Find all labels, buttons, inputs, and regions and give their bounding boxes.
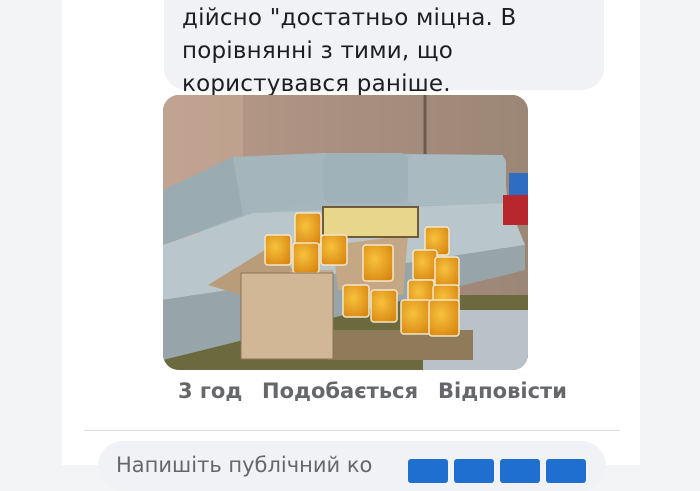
comment-actions: 3 год Подобається Відповісти [0, 379, 700, 409]
comment-composer[interactable]: Напишіть публічний ко [98, 441, 606, 491]
like-button[interactable]: Подобається [262, 379, 418, 403]
emoji-icon[interactable] [408, 459, 448, 483]
comment-text-line-2: порівнянні з тими, що [182, 38, 454, 64]
gif-icon[interactable] [500, 459, 540, 483]
composer-icons [408, 459, 588, 483]
reply-button[interactable]: Відповісти [438, 379, 567, 403]
comment-photo[interactable] [163, 95, 528, 370]
honey-jars-photo-icon [163, 95, 528, 370]
comment-text-line-1: дійсно "достатньо міцна. В [182, 5, 517, 31]
camera-icon[interactable] [454, 459, 494, 483]
divider [84, 430, 620, 431]
comment-input[interactable]: Напишіть публічний ко [116, 453, 416, 477]
comment-bubble: дійсно "достатньо міцна. В порівнянні з … [164, 0, 604, 97]
sticker-icon[interactable] [546, 459, 586, 483]
comment-time[interactable]: 3 год [178, 379, 242, 403]
